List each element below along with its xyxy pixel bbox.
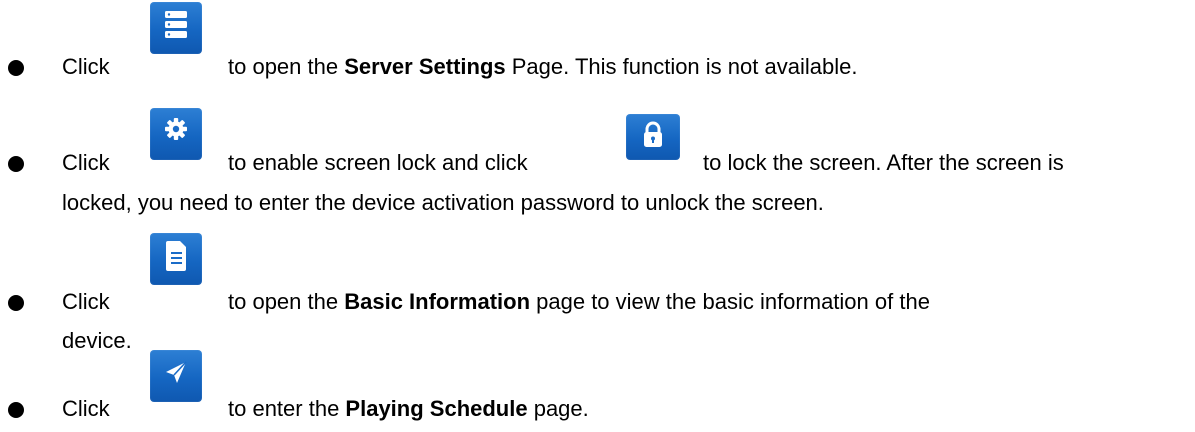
item-text: Click [62,52,110,82]
list-item: Click to open the Basic Information page… [0,227,1195,353]
bullet-dot [8,295,24,311]
server-settings-label: Server Settings [344,54,506,79]
basic-information-label: Basic Information [344,289,531,314]
bullet-dot [8,402,24,418]
click-word: Click [62,150,110,175]
item-text: Click [62,287,110,317]
click-word: Click [62,54,110,79]
playing-schedule-label: Playing Schedule [345,396,528,421]
item-text: Click [62,394,110,424]
item-text-rest: to open the Server Settings Page. This f… [228,54,858,79]
item-text-rest: to enter the Playing Schedule page. [228,396,589,421]
send-icon[interactable] [150,350,202,402]
item-text-middle: to enable screen lock and click [228,150,528,175]
bullet-dot [8,156,24,172]
gear-icon[interactable] [150,108,202,160]
item-text-rest: to open the Basic Information page to vi… [228,289,930,314]
document-icon[interactable] [150,233,202,285]
lock-icon[interactable] [626,114,680,160]
click-word: Click [62,289,110,314]
list-item: Click to open the Server Settings Page. … [0,0,1195,90]
item-text: Click [62,148,110,178]
item-continuation: locked, you need to enter the device act… [62,190,824,215]
click-word: Click [62,396,110,421]
item-text-rest: to lock the screen. After the screen is [703,150,1064,175]
list-item: Click to enter the Playing Schedule page… [0,350,1195,432]
bullet-dot [8,60,24,76]
server-settings-icon[interactable] [150,2,202,54]
